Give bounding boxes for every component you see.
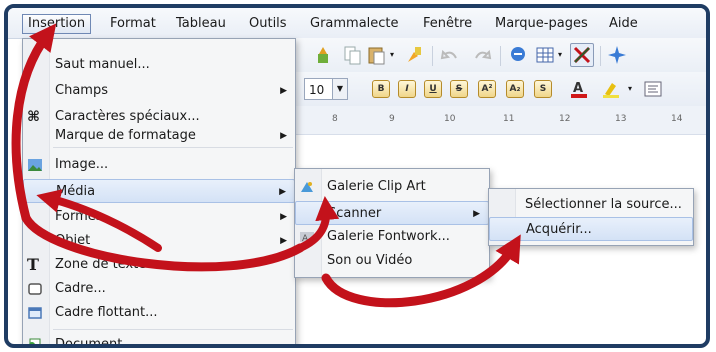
hyperlink-icon[interactable]	[508, 44, 530, 66]
font-size-value: 10	[309, 83, 325, 97]
highlighting-icon[interactable]	[600, 78, 622, 100]
gallery-icon	[301, 182, 313, 192]
application-window: Insertion Format Tableau Outils Grammale…	[4, 4, 710, 348]
table-dropdown-icon[interactable]: ▾	[558, 50, 562, 59]
ruler-number: 14	[671, 114, 683, 124]
image-icon	[28, 159, 42, 171]
undo-icon[interactable]	[440, 44, 462, 66]
menu-item-galerie-clip-art[interactable]: Galerie Clip Art	[295, 175, 489, 199]
menu-item-galerie-fontwork[interactable]: A Galerie Fontwork...	[295, 225, 489, 249]
document-icon	[29, 338, 41, 344]
clone-brush-icon[interactable]	[404, 44, 426, 66]
standard-toolbar: ▾ ▾	[294, 38, 706, 73]
menu-item-cadre[interactable]: Cadre...	[23, 277, 295, 301]
menu-item-formes[interactable]: Formes ▶	[23, 205, 295, 229]
insertion-menu: Saut manuel... Champs ▶ ⌘ Caractères spé…	[22, 38, 296, 344]
subscript-button[interactable]: A₂	[506, 80, 524, 98]
fontwork-icon: A	[300, 232, 314, 244]
menu-grammalecte[interactable]: Grammalecte	[306, 15, 403, 33]
submenu-arrow-icon: ▶	[280, 212, 287, 222]
menu-insertion[interactable]: Insertion	[22, 14, 92, 34]
menu-item-acquerir[interactable]: Acquérir...	[489, 217, 693, 241]
text-box-icon: T	[27, 255, 39, 274]
submenu-arrow-icon: ▶	[280, 131, 287, 141]
ruler-number: 13	[615, 114, 627, 124]
superscript-button[interactable]: A²	[478, 80, 496, 98]
menu-item-selectionner-la-source[interactable]: Sélectionner la source...	[489, 193, 693, 217]
menu-item-cadre-flottant[interactable]: Cadre flottant...	[23, 301, 295, 325]
ruler-number: 8	[332, 114, 338, 124]
shadow-button[interactable]: S	[534, 80, 552, 98]
submenu-arrow-icon: ▶	[279, 187, 286, 197]
floating-frame-icon	[28, 307, 42, 319]
menu-tableau[interactable]: Tableau	[172, 15, 230, 33]
menu-format[interactable]: Format	[106, 15, 160, 33]
menu-bar: Insertion Format Tableau Outils Grammale…	[8, 8, 706, 39]
svg-text:A: A	[573, 81, 583, 96]
menu-item-objet[interactable]: Objet ▶	[23, 229, 295, 253]
table-icon[interactable]	[534, 44, 556, 66]
horizontal-ruler[interactable]: 8 9 10 11 12 13 14	[294, 106, 706, 135]
scanner-submenu: Sélectionner la source... Acquérir...	[488, 188, 694, 246]
menu-item-champs[interactable]: Champs ▶	[23, 79, 295, 103]
menu-item-caracteres-speciaux[interactable]: ⌘ Caractères spéciaux...	[23, 105, 295, 129]
clone-formatting-icon[interactable]	[314, 44, 336, 66]
menu-item-son-ou-video[interactable]: Son ou Vidéo	[295, 249, 489, 273]
menu-item-document[interactable]: Document...	[23, 333, 295, 344]
font-size-dropdown-icon[interactable]: ▼	[332, 79, 347, 99]
navigator-icon[interactable]	[606, 44, 628, 66]
menu-item-scanner[interactable]: Scanner ▶	[295, 201, 489, 225]
insert-image-icon[interactable]	[570, 43, 594, 67]
font-color-icon[interactable]: A	[568, 78, 590, 100]
ruler-number: 11	[503, 114, 515, 124]
menu-item-marque-de-formatage[interactable]: Marque de formatage ▶	[23, 129, 295, 143]
menu-aide[interactable]: Aide	[605, 15, 642, 33]
highlighting-dropdown-icon[interactable]: ▾	[628, 84, 632, 93]
font-size-field[interactable]: 10 ▼	[304, 78, 348, 100]
ruler-number: 12	[559, 114, 571, 124]
ruler-number: 9	[389, 114, 395, 124]
menu-item-saut-manuel[interactable]: Saut manuel...	[23, 53, 295, 77]
underline-button[interactable]: U	[424, 80, 442, 98]
media-submenu: Galerie Clip Art Scanner ▶ A Galerie Fon…	[294, 168, 490, 278]
menu-outils[interactable]: Outils	[245, 15, 291, 33]
character-icon[interactable]	[642, 78, 664, 100]
omega-icon: ⌘	[27, 109, 40, 125]
redo-icon[interactable]	[470, 44, 492, 66]
menu-marque-pages[interactable]: Marque-pages	[491, 15, 592, 33]
submenu-arrow-icon: ▶	[280, 236, 287, 246]
bold-button[interactable]: B	[372, 80, 390, 98]
ruler-number: 10	[444, 114, 456, 124]
menu-item-zone-de-texte[interactable]: T Zone de texte	[23, 253, 295, 277]
menu-item-media[interactable]: Média ▶	[23, 179, 295, 203]
paste-icon[interactable]	[366, 44, 388, 66]
submenu-arrow-icon: ▶	[473, 209, 480, 219]
strikethrough-button[interactable]: S	[450, 80, 468, 98]
menu-fenetre[interactable]: Fenêtre	[419, 15, 476, 33]
submenu-arrow-icon: ▶	[280, 86, 287, 96]
frame-icon	[28, 283, 42, 295]
copy-icon[interactable]	[342, 44, 364, 66]
paste-dropdown-icon[interactable]: ▾	[390, 50, 394, 59]
italic-button[interactable]: I	[398, 80, 416, 98]
menu-item-image[interactable]: Image...	[23, 153, 295, 177]
svg-text:A: A	[302, 234, 309, 244]
